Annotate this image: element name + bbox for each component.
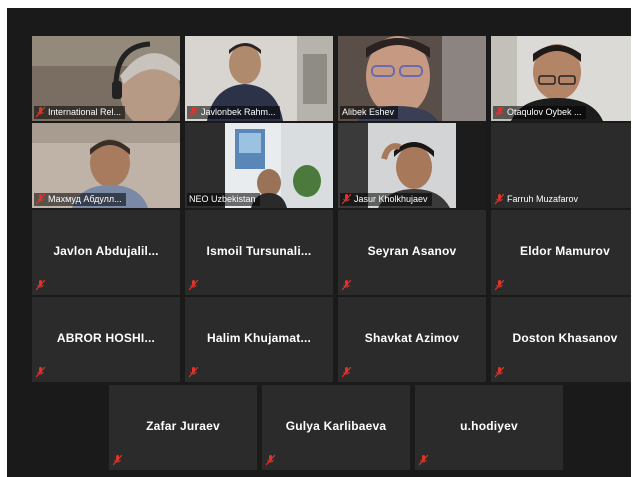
participant-tile-active-speaker[interactable]: Alibek Eshev [338,36,486,121]
participant-tile[interactable]: Eldor Mamurov [491,210,631,295]
participant-name-label: International Rel... [34,106,126,119]
participant-tile[interactable]: Махмуд Абдулл... [32,123,180,208]
participant-tile[interactable]: Shavkat Azimov [338,297,486,382]
participant-name: ABROR HOSHI... [56,331,156,345]
muted-microphone-icon [495,107,504,118]
participant-tile[interactable]: Doston Khasanov [491,297,631,382]
muted-microphone-icon [495,194,504,205]
participant-tile[interactable]: Zafar Juraev [109,385,257,470]
muted-microphone-icon [189,107,198,118]
muted-microphone-icon [189,280,198,291]
participant-name: Seyran Asanov [367,244,457,258]
participant-name-label: Otaqulov Oybek ... [493,106,586,119]
participant-tile[interactable]: Halim Khujamat... [185,297,333,382]
muted-microphone-icon [342,367,351,378]
participant-name-label: Javlonbek Rahm... [187,106,280,119]
participant-name-label: NEO Uzbekistan [187,193,260,206]
participant-tile[interactable]: Farruh Muzafarov [491,123,631,208]
muted-microphone-icon [266,455,275,466]
participant-name: Gulya Karlibaeva [285,419,387,433]
participant-tile[interactable]: Seyran Asanov [338,210,486,295]
participant-name-label: Alibek Eshev [340,106,399,119]
participant-tile[interactable]: Otaqulov Oybek ... [491,36,631,121]
participant-tile[interactable]: Javlon Abdujalil... [32,210,180,295]
participant-name: Halim Khujamat... [206,331,312,345]
participant-name: Eldor Mamurov [520,244,610,258]
muted-microphone-icon [113,455,122,466]
muted-microphone-icon [342,194,351,205]
participant-name: u.hodiyev [460,419,518,433]
muted-microphone-icon [189,367,198,378]
participant-tile[interactable]: ABROR HOSHI... [32,297,180,382]
participant-name-label: Jasur Kholkhujaev [340,193,432,206]
zoom-gallery-view: International Rel... Javlonbek Rahm... A… [7,8,631,477]
participant-tile[interactable]: Javlonbek Rahm... [185,36,333,121]
muted-microphone-icon [342,280,351,291]
participant-name: Javlon Abdujalil... [53,244,159,258]
participant-name-label: Farruh Muzafarov [493,193,582,206]
participant-name: Shavkat Azimov [364,331,460,345]
muted-microphone-icon [36,367,45,378]
muted-microphone-icon [495,367,504,378]
participant-tile[interactable]: International Rel... [32,36,180,121]
muted-microphone-icon [36,280,45,291]
participant-name: Zafar Juraev [146,419,220,433]
muted-microphone-icon [36,194,45,205]
participant-name: Doston Khasanov [512,331,618,345]
participant-name: Ismoil Tursunali... [206,244,312,258]
participant-name-label: Махмуд Абдулл... [34,193,126,206]
muted-microphone-icon [36,107,45,118]
participant-tile[interactable]: u.hodiyev [415,385,563,470]
participant-tile[interactable]: Ismoil Tursunali... [185,210,333,295]
participant-tile[interactable]: Jasur Kholkhujaev [338,123,486,208]
muted-microphone-icon [419,455,428,466]
muted-microphone-icon [495,280,504,291]
participant-tile[interactable]: NEO Uzbekistan [185,123,333,208]
participant-tile[interactable]: Gulya Karlibaeva [262,385,410,470]
